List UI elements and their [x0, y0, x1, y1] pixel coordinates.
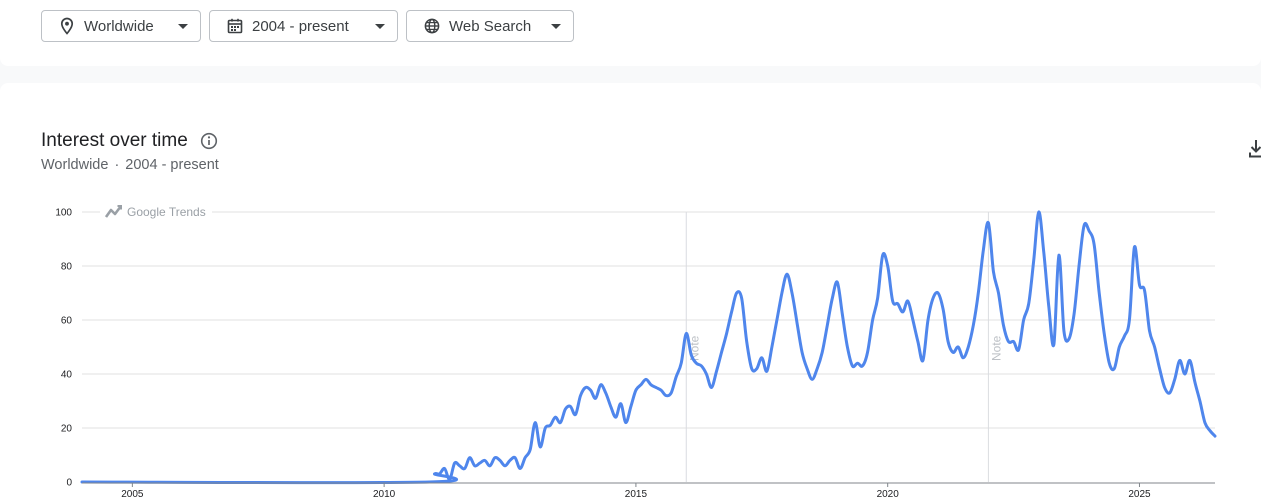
card-subtitle: Worldwide · 2004 - present — [41, 157, 219, 173]
y-tick-label: 100 — [55, 208, 72, 219]
watermark: Google Trends — [100, 203, 212, 221]
subtitle-location: Worldwide — [41, 157, 109, 173]
location-pin-icon — [58, 17, 76, 35]
y-tick-label: 20 — [61, 424, 73, 435]
download-icon[interactable] — [1248, 138, 1261, 160]
calendar-icon — [226, 17, 244, 35]
watermark-text: Google Trends — [127, 205, 206, 219]
subtitle-separator: · — [114, 157, 120, 173]
note-marker-label[interactable]: Note — [989, 335, 1003, 361]
location-filter-button[interactable]: Worldwide — [41, 10, 201, 42]
filter-bar: Worldwide 2004 - present Web Search — [0, 0, 1261, 66]
x-tick-label: 2015 — [625, 489, 648, 499]
card-title-text: Interest over time — [41, 130, 188, 151]
series-line[interactable] — [80, 210, 1217, 485]
chevron-down-icon — [551, 23, 561, 29]
time-range-filter-label: 2004 - present — [252, 17, 349, 35]
y-tick-label: 40 — [61, 370, 73, 381]
series-layer — [80, 210, 1217, 485]
x-tick-label: 2020 — [877, 489, 900, 499]
property-filter-label: Web Search — [449, 17, 532, 35]
y-tick-label: 60 — [61, 316, 73, 327]
interest-over-time-chart: Note Note Google Trends 0204060801002005 2… — [55, 203, 1217, 499]
x-tick-label: 2010 — [373, 489, 396, 499]
x-tick-label: 2005 — [121, 489, 144, 499]
time-range-filter-button[interactable]: 2004 - present — [209, 10, 398, 42]
y-tick-label: 80 — [61, 262, 73, 273]
axis-layer: 0 20 40 60 80 100 2005 2010 2015 2020 2025 — [55, 208, 1215, 499]
chevron-down-icon — [375, 23, 385, 29]
card-title: Interest over time — [41, 130, 218, 152]
grid-layer — [82, 211, 1215, 429]
info-icon[interactable] — [200, 132, 218, 150]
x-tick-label: 2025 — [1128, 489, 1151, 499]
y-tick-label: 0 — [66, 478, 72, 489]
globe-icon — [423, 17, 441, 35]
subtitle-time: 2004 - present — [125, 157, 219, 173]
chevron-down-icon — [178, 23, 188, 29]
location-filter-label: Worldwide — [84, 17, 154, 35]
property-filter-button[interactable]: Web Search — [406, 10, 574, 42]
